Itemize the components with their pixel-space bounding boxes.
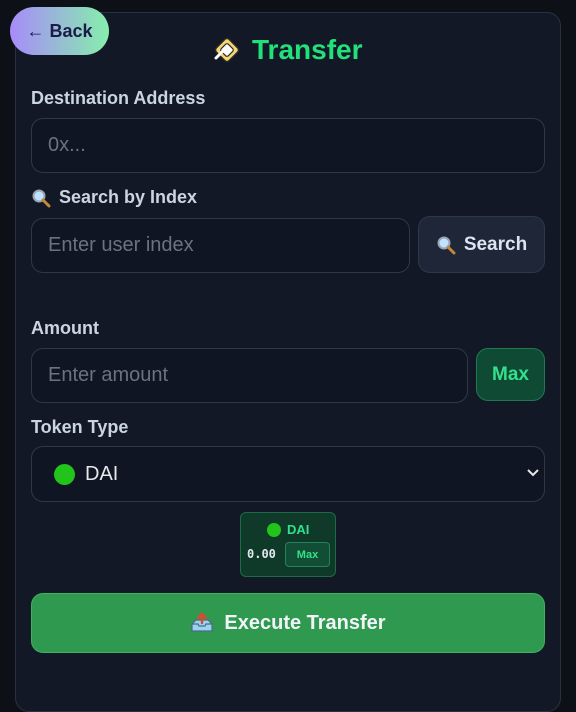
- amount-label: Amount: [31, 318, 99, 339]
- token-type-label-text: Token Type: [31, 417, 129, 437]
- destination-label-text: Destination Address: [31, 88, 206, 108]
- search-button-label: Search: [463, 233, 528, 255]
- transfer-logo-icon: [214, 37, 240, 63]
- green-circle-icon: [267, 522, 281, 537]
- token-card-max-button[interactable]: Max: [285, 542, 330, 567]
- token-balance-card[interactable]: DAI 0.00 Max: [240, 512, 336, 577]
- execute-transfer-button[interactable]: Execute Transfer: [31, 593, 545, 653]
- token-card-symbol: DAI: [287, 522, 310, 537]
- token-type-select[interactable]: DAI: [31, 446, 545, 502]
- magnifier-icon: [32, 189, 51, 207]
- token-balance: 0.00: [247, 547, 276, 561]
- execute-transfer-label: Execute Transfer: [224, 611, 386, 634]
- destination-label: Destination Address: [31, 88, 205, 109]
- outbox-tray-icon: [191, 612, 213, 632]
- back-button[interactable]: ← Back: [10, 7, 109, 55]
- green-circle-icon: [54, 463, 75, 485]
- destination-address-input[interactable]: 0x...: [31, 118, 545, 173]
- amount-input[interactable]: Enter amount: [31, 348, 468, 403]
- page-title: Transfer: [212, 31, 363, 69]
- token-type-label: Token Type: [31, 417, 128, 438]
- chevron-down-icon: [527, 469, 539, 477]
- search-button[interactable]: Search: [418, 216, 545, 273]
- search-by-index-label: Search by Index: [31, 187, 197, 208]
- magnifier-icon: [437, 236, 456, 254]
- user-index-input[interactable]: Enter user index: [31, 218, 410, 273]
- token-card-header: DAI: [267, 522, 309, 537]
- search-label-text: Search by Index: [59, 187, 198, 207]
- selected-token: DAI: [85, 462, 119, 485]
- max-amount-button[interactable]: Max: [476, 348, 545, 401]
- amount-label-text: Amount: [31, 318, 99, 338]
- title-text: Transfer: [252, 34, 363, 65]
